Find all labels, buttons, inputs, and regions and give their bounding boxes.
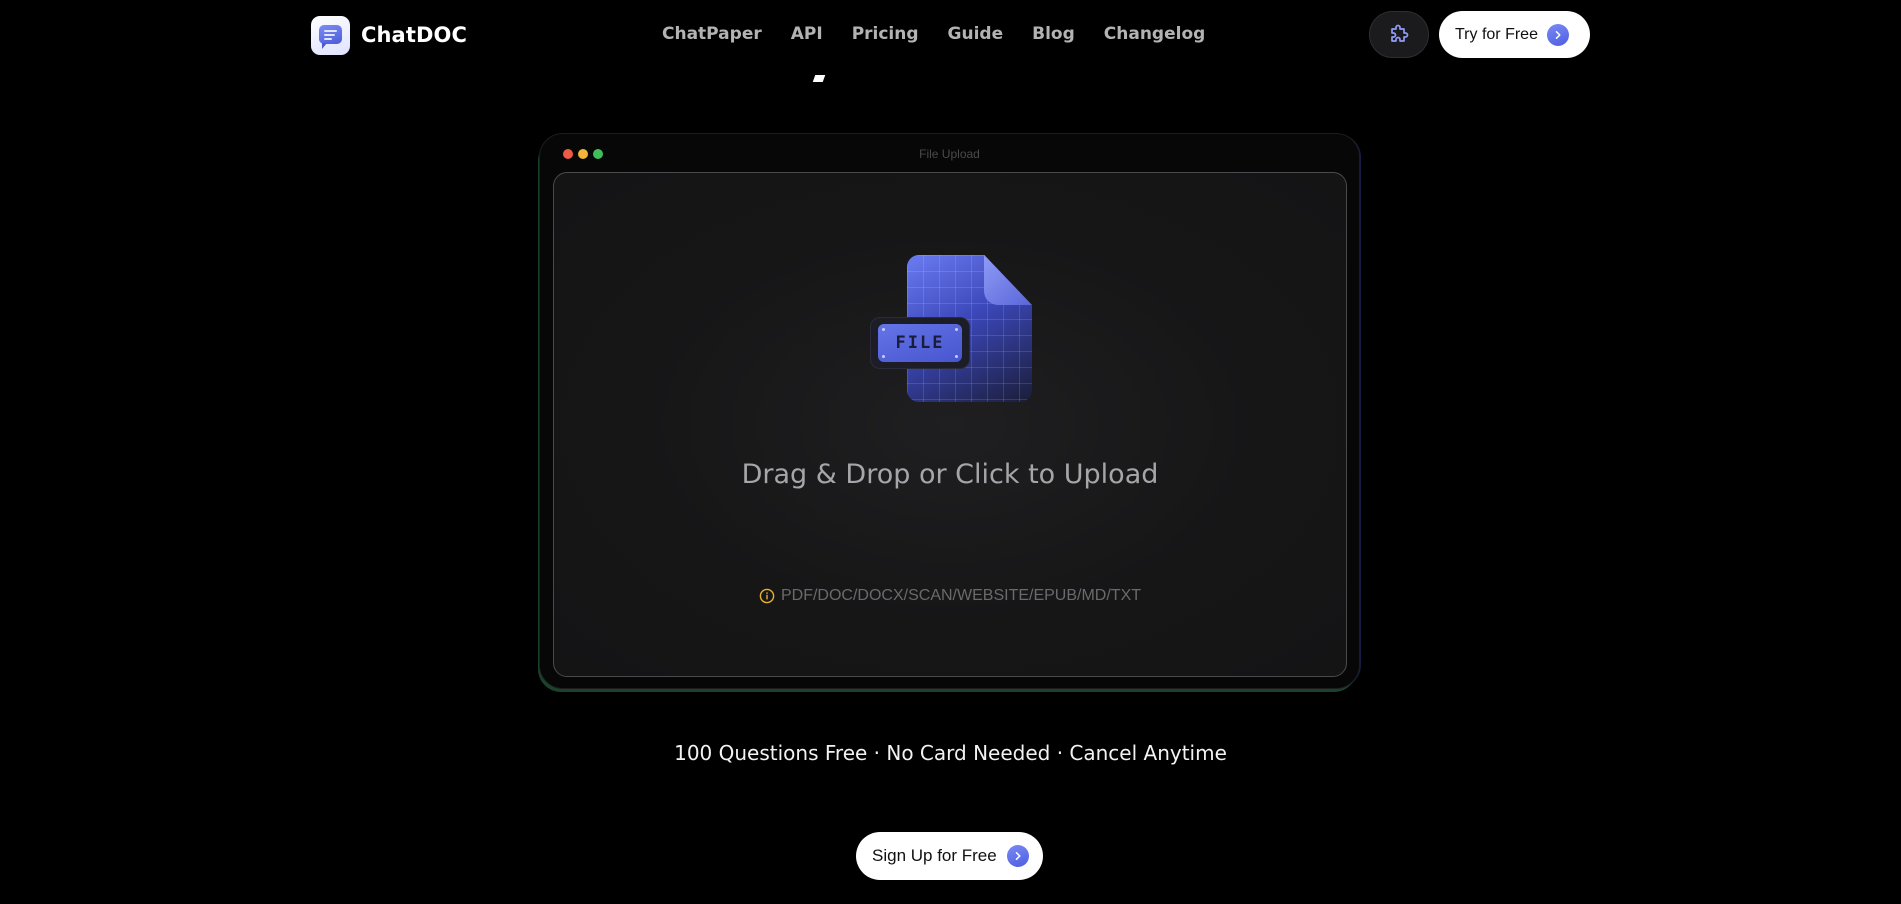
file-badge-text: FILE — [895, 333, 945, 353]
sign-up-label: Sign Up for Free — [872, 846, 997, 865]
window-title: File Upload — [919, 147, 980, 161]
site-header: ChatDOC ChatPaper API Pricing Guide Blog… — [0, 0, 1901, 70]
nav-changelog[interactable]: Changelog — [1104, 22, 1206, 46]
chevron-right-icon — [1546, 23, 1569, 46]
upload-prompt: Drag & Drop or Click to Upload — [741, 459, 1159, 490]
nav-guide[interactable]: Guide — [948, 22, 1004, 46]
file-label-plate: FILE — [870, 317, 970, 369]
try-for-free-button[interactable]: Try for Free — [1439, 11, 1590, 58]
file-icon: FILE — [870, 255, 1040, 405]
nav-pricing[interactable]: Pricing — [852, 22, 919, 46]
nav-blog[interactable]: Blog — [1032, 22, 1075, 46]
puzzle-icon — [1391, 24, 1409, 42]
main-nav: ChatPaper API Pricing Guide Blog Changel… — [662, 22, 1205, 46]
nav-api[interactable]: API — [791, 22, 823, 46]
info-icon — [759, 588, 775, 604]
chevron-right-icon — [1006, 845, 1029, 867]
nav-chatpaper[interactable]: ChatPaper — [662, 22, 762, 46]
supported-formats: PDF/DOC/DOCX/SCAN/WEBSITE/EPUB/MD/TXT — [554, 587, 1346, 605]
brand-name: ChatDOC — [361, 23, 467, 47]
chatdoc-logo-icon — [311, 15, 350, 55]
sign-up-button[interactable]: Sign Up for Free — [856, 832, 1043, 880]
hero-tagline: 100 Questions Free · No Card Needed · Ca… — [674, 741, 1227, 765]
try-for-free-label: Try for Free — [1455, 25, 1538, 43]
extension-button[interactable] — [1369, 11, 1429, 58]
decorative-mark — [812, 75, 826, 82]
upload-window: File Upload FILE Drag & Drop or Click to… — [539, 133, 1360, 689]
formats-text: PDF/DOC/DOCX/SCAN/WEBSITE/EPUB/MD/TXT — [780, 587, 1142, 604]
upload-dropzone[interactable]: FILE Drag & Drop or Click to Upload PDF/… — [553, 172, 1347, 677]
brand-logo[interactable]: ChatDOC — [311, 15, 467, 55]
